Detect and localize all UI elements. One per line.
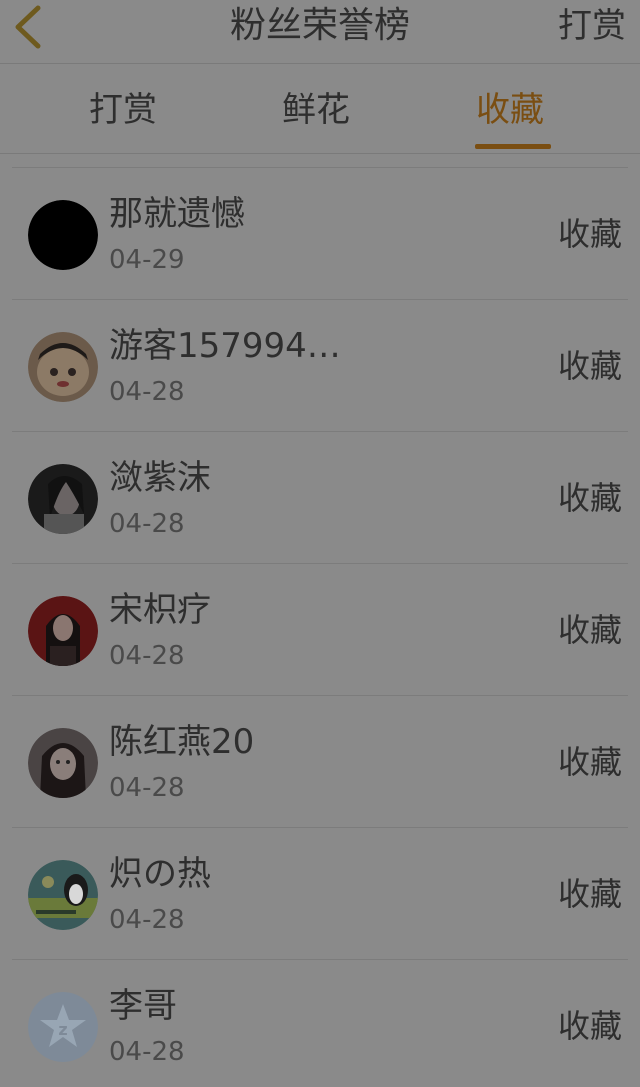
avatar [28,332,98,402]
fan-name: 李哥 [109,986,177,1026]
penguin-avatar-icon [28,860,98,930]
tab-bar: 打赏 鲜花 收藏 [0,64,640,154]
fan-date: 04-29 [109,245,185,275]
photo-avatar-icon [28,728,98,798]
active-tab-indicator [475,144,551,149]
tab-flowers[interactable]: 鲜花 [282,88,350,132]
fan-action-label: 收藏 [557,1007,622,1045]
fan-action-label: 收藏 [557,215,622,253]
fan-name: 陈红燕20 [109,722,255,762]
photo-avatar-icon [28,464,98,534]
top-bar: 粉丝荣誉榜 打赏 [0,0,640,64]
fan-date: 04-28 [109,905,185,935]
fan-date: 04-28 [109,773,185,803]
black-circle-avatar-icon [28,200,98,270]
list-item[interactable]: 游客157994… 04-28 收藏 [12,299,628,431]
fan-name: 潋紫沫 [109,458,211,498]
avatar [28,860,98,930]
fan-date: 04-28 [109,377,185,407]
page-title: 粉丝荣誉榜 [229,5,410,46]
fan-date: 04-28 [109,1037,185,1067]
default-star-avatar-icon: z [28,992,98,1062]
list-item[interactable]: 潋紫沫 04-28 收藏 [12,431,628,563]
list-item[interactable]: z 李哥 04-28 收藏 [12,959,628,1087]
fan-name: 炽の热 [109,854,211,894]
tab-favorites[interactable]: 收藏 [476,88,544,132]
cartoon-avatar-icon [28,332,98,402]
list-item[interactable]: 陈红燕20 04-28 收藏 [12,695,628,827]
fan-name: 那就遗憾 [109,194,245,234]
photo-avatar-icon [28,596,98,666]
svg-text:z: z [58,1020,67,1039]
fan-action-label: 收藏 [557,479,622,517]
avatar [28,464,98,534]
fan-date: 04-28 [109,509,185,539]
fan-action-label: 收藏 [557,347,622,385]
list-item[interactable]: 宋枳疗 04-28 收藏 [12,563,628,695]
list-item[interactable]: 炽の热 04-28 收藏 [12,827,628,959]
fan-list: 那就遗憾 04-29 收藏 游客157994… 04-28 收藏 潋紫沫 04-… [0,167,640,1087]
reward-button[interactable]: 打赏 [558,4,626,48]
avatar [28,596,98,666]
list-item[interactable]: 那就遗憾 04-29 收藏 [12,167,628,299]
fan-date: 04-28 [109,641,185,671]
fan-action-label: 收藏 [557,743,622,781]
fan-name: 游客157994… [109,326,341,366]
avatar [28,728,98,798]
avatar [28,200,98,270]
fan-name: 宋枳疗 [109,590,211,630]
tab-reward[interactable]: 打赏 [89,88,157,132]
avatar: z [28,992,98,1062]
fan-action-label: 收藏 [557,875,622,913]
fan-action-label: 收藏 [557,611,622,649]
